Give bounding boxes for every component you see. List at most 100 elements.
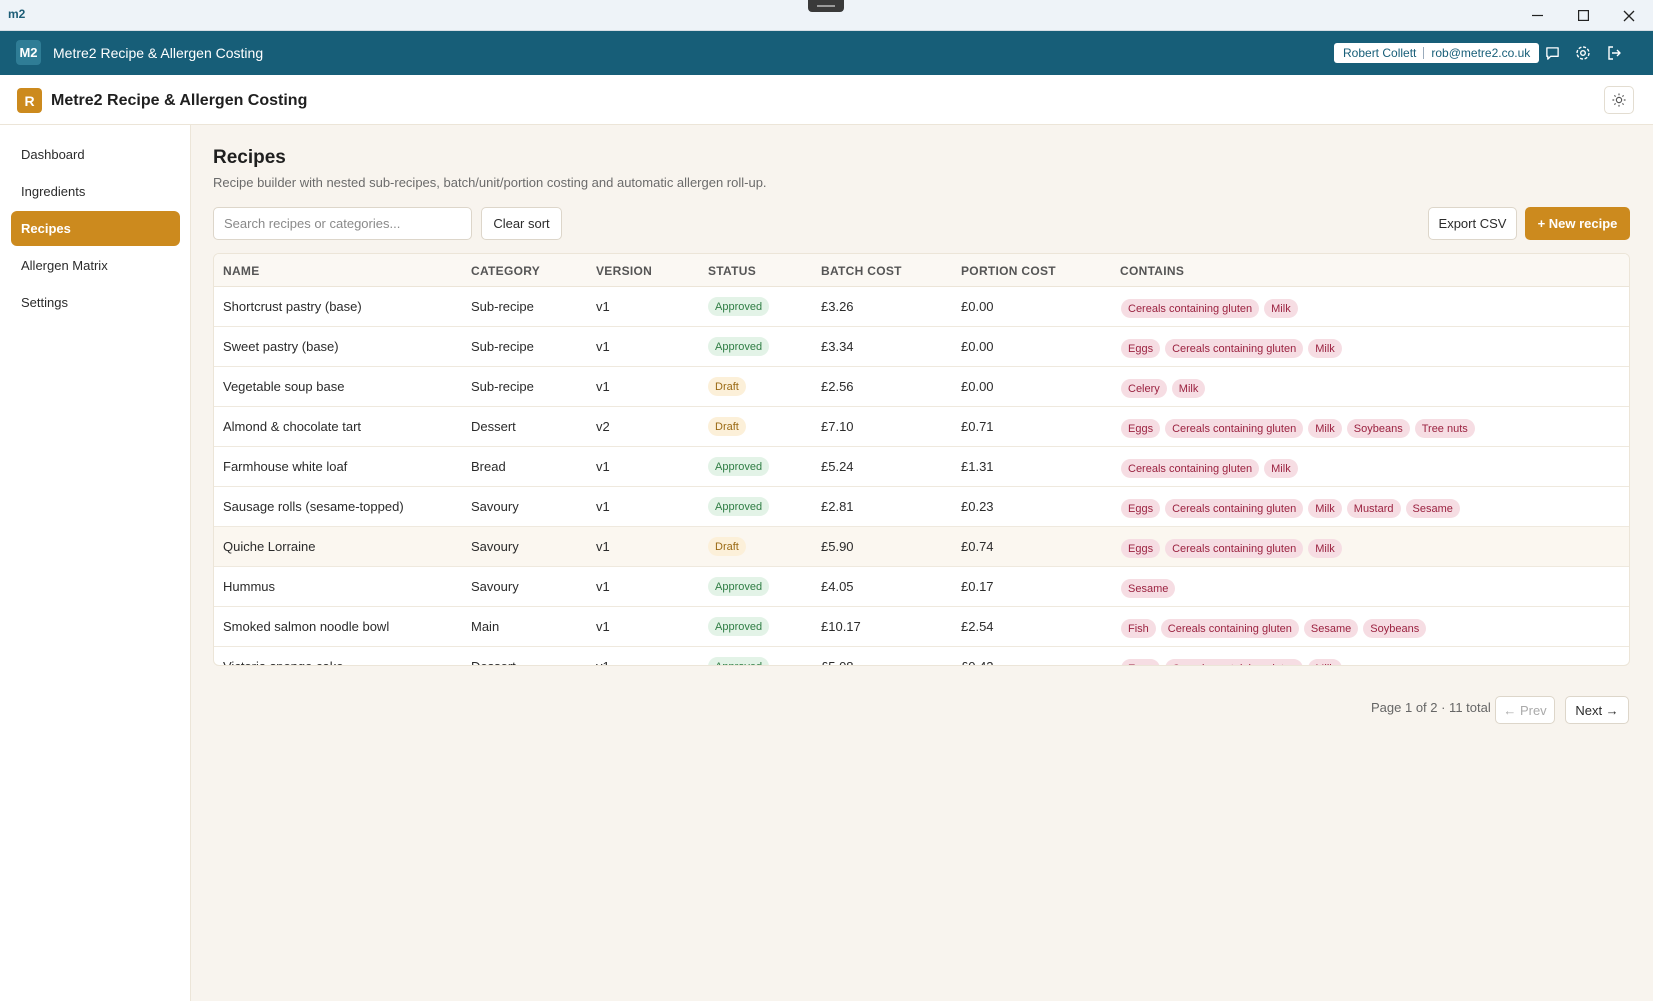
portion-cost-cell: £0.00 <box>961 379 994 394</box>
allergen-tag: Cereals containing gluten <box>1121 299 1260 318</box>
allergen-tag: Milk <box>1264 459 1298 478</box>
table-row[interactable]: Farmhouse white loaf Bread v1 Approved £5.24… <box>214 447 1629 487</box>
batch-cost-cell: £5.90 <box>821 539 854 554</box>
gear-icon[interactable] <box>1573 43 1593 63</box>
app-logo-icon: m2 <box>8 7 26 21</box>
app-badge: M2 <box>16 40 41 65</box>
status-badge: Approved <box>708 657 770 665</box>
sidebar-item-ingredients[interactable]: Ingredients <box>11 174 180 209</box>
table-row[interactable]: Almond & chocolate tart Dessert v2 Draft £7.… <box>214 407 1629 447</box>
allergen-tag: Cereals containing gluten <box>1121 459 1260 478</box>
sidebar-item-allergen-matrix[interactable]: Allergen Matrix <box>11 248 180 283</box>
allergen-tag: Milk <box>1308 659 1342 665</box>
table-row[interactable]: Smoked salmon noodle bowl Main v1 Approved £… <box>214 607 1629 647</box>
version-cell: v1 <box>596 459 610 474</box>
allergen-list: Celery Milk <box>1121 379 1206 398</box>
page-title: Recipes <box>213 147 286 168</box>
portion-cost-cell: £0.00 <box>961 299 994 314</box>
allergen-tag: Sesame <box>1303 619 1359 638</box>
status-badge: Approved <box>708 457 770 476</box>
version-cell: v1 <box>596 579 610 594</box>
sub-header-title: Metre2 Recipe & Allergen Costing <box>51 92 308 109</box>
recipes-table: NAME CATEGORY VERSION STATUS BATCH COST … <box>213 253 1630 666</box>
column-header-version[interactable]: VERSION <box>596 264 652 278</box>
column-header-contains[interactable]: CONTAINS <box>1120 264 1184 278</box>
column-header-batch-cost[interactable]: BATCH COST <box>821 264 902 278</box>
column-header-name[interactable]: NAME <box>223 264 260 278</box>
allergen-list: EggsCereals containing glutenMilk <box>1121 539 1342 558</box>
version-cell: v2 <box>596 419 610 434</box>
sidebar-item-settings[interactable]: Settings <box>11 285 180 320</box>
allergen-tag: Soybeans <box>1346 419 1410 438</box>
new-recipe-button[interactable]: + New recipe <box>1525 207 1630 240</box>
allergen-tag: Cereals containing gluten <box>1165 419 1304 438</box>
table-row[interactable]: Shortcrust pastry (base) Sub-recipe v1 Appr… <box>214 287 1629 327</box>
batch-cost-cell: £7.10 <box>821 419 854 434</box>
table-row[interactable]: Sweet pastry (base) Sub-recipe v1 Approved £… <box>214 327 1629 367</box>
status-badge: Approved <box>708 337 770 356</box>
recipe-name-cell: Vegetable soup base <box>223 379 345 394</box>
recipe-name-cell: Hummus <box>223 579 276 594</box>
column-header-status[interactable]: STATUS <box>708 264 756 278</box>
allergen-tag: Milk <box>1264 299 1298 318</box>
close-icon[interactable] <box>1606 0 1652 31</box>
allergen-tag: Fish <box>1121 619 1156 638</box>
status-badge: Approved <box>708 497 770 516</box>
portion-cost-cell: £0.74 <box>961 539 994 554</box>
category-cell: Sub-recipe <box>471 299 534 314</box>
version-cell: v1 <box>596 659 610 665</box>
allergen-tag: Cereals containing gluten <box>1165 499 1304 518</box>
category-cell: Dessert <box>471 419 516 434</box>
sun-icon <box>1612 93 1626 107</box>
table-row[interactable]: Hummus Savoury v1 Approved £4.05 £0.17 Sesame <box>214 567 1629 607</box>
table-row[interactable]: Vegetable soup base Sub-recipe v1 Draft £2.5… <box>214 367 1629 407</box>
prev-page-button[interactable]: ← Prev <box>1495 696 1555 724</box>
batch-cost-cell: £2.81 <box>821 499 854 514</box>
version-cell: v1 <box>596 339 610 354</box>
recipe-name-cell: Shortcrust pastry (base) <box>223 299 362 314</box>
clear-sort-button[interactable]: Clear sort <box>481 207 562 240</box>
sub-header: R Metre2 Recipe & Allergen Costing <box>0 75 1653 125</box>
allergen-tag: Sesame <box>1121 579 1176 598</box>
chat-icon[interactable] <box>1542 43 1562 63</box>
portion-cost-cell: £0.00 <box>961 339 994 354</box>
allergen-tag: Tree nuts <box>1414 419 1475 438</box>
table-row[interactable]: Sausage rolls (sesame-topped) Savoury v1 Ap… <box>214 487 1629 527</box>
next-page-button[interactable]: Next → <box>1565 696 1629 724</box>
table-header: NAME CATEGORY VERSION STATUS BATCH COST … <box>214 254 1629 287</box>
batch-cost-cell: £3.26 <box>821 299 854 314</box>
export-csv-button[interactable]: Export CSV <box>1428 207 1517 240</box>
version-cell: v1 <box>596 499 610 514</box>
recipe-name-cell: Victoria sponge cake <box>223 659 343 665</box>
logout-icon[interactable] <box>1604 43 1624 63</box>
column-header-portion-cost[interactable]: PORTION COST <box>961 264 1056 278</box>
minimize-icon[interactable] <box>1514 0 1560 31</box>
column-header-category[interactable]: CATEGORY <box>471 264 540 278</box>
category-cell: Bread <box>471 459 506 474</box>
batch-cost-cell: £5.24 <box>821 459 854 474</box>
maximize-icon[interactable] <box>1560 0 1606 31</box>
allergen-tag: Eggs <box>1121 539 1161 558</box>
recipe-name-cell: Smoked salmon noodle bowl <box>223 619 390 634</box>
portion-cost-cell: £0.71 <box>961 419 994 434</box>
sidebar-item-dashboard[interactable]: Dashboard <box>11 137 180 172</box>
divider <box>1423 47 1425 59</box>
theme-toggle-button[interactable] <box>1604 86 1634 114</box>
table-row[interactable]: Quiche Lorraine Savoury v1 Draft £5.90 £0.74 E… <box>214 527 1629 567</box>
os-title-bar: m2 <box>0 0 1653 31</box>
search-input[interactable] <box>213 207 472 240</box>
batch-cost-cell: £10.17 <box>821 619 861 634</box>
allergen-list: Fish Cereals containing gluten Sesame Soybe… <box>1121 619 1427 638</box>
category-cell: Dessert <box>471 659 516 665</box>
main-content: Recipes Recipe builder with nested sub-r… <box>191 125 1653 1001</box>
page-subtitle: Recipe builder with nested sub-recipes, … <box>213 175 767 190</box>
allergen-tag: Eggs <box>1121 339 1161 358</box>
version-cell: v1 <box>596 619 610 634</box>
allergen-list: Cereals containing gluten Milk <box>1121 459 1298 478</box>
sidebar-item-recipes[interactable]: Recipes <box>11 211 180 246</box>
user-chip[interactable]: Robert Collett rob@metre2.co.uk <box>1334 43 1540 63</box>
window-drag-handle[interactable] <box>808 0 844 12</box>
allergen-tag: Eggs <box>1121 659 1161 665</box>
allergen-tag: Soybeans <box>1363 619 1427 638</box>
table-row[interactable]: Victoria sponge cake Dessert v1 Approved £5.… <box>214 647 1629 665</box>
